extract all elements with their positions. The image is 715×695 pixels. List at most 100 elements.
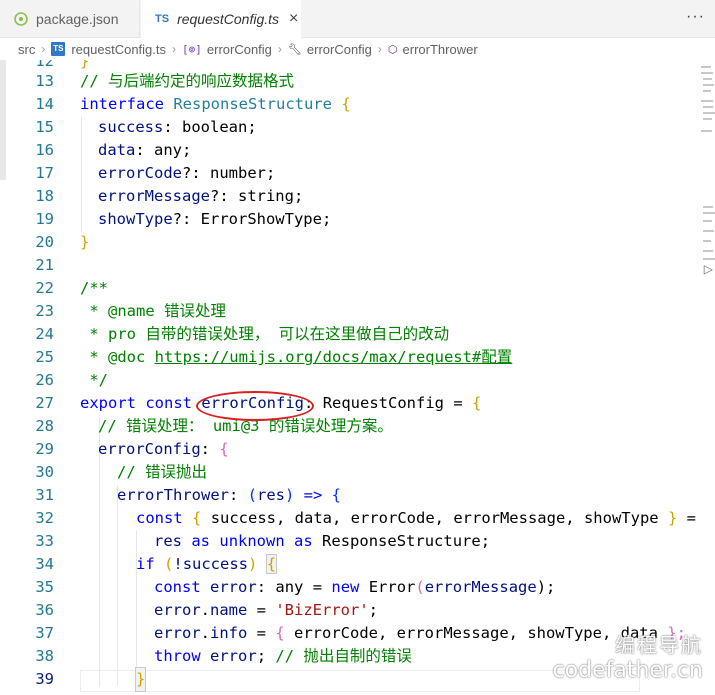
code-token: ( xyxy=(415,578,425,596)
code-token: : xyxy=(163,118,182,136)
code-token: unknown xyxy=(219,532,285,550)
code-line: errorConfig: { xyxy=(98,438,229,461)
code-token: number xyxy=(210,164,266,182)
code-token: new xyxy=(331,578,360,596)
code-token: } xyxy=(667,509,678,527)
code-token: ) xyxy=(285,486,295,504)
code-token: res xyxy=(257,486,285,504)
code-line: throw error; // 抛出自制的错误 xyxy=(154,645,412,668)
code-token: ) xyxy=(248,555,258,573)
code-token: { xyxy=(341,95,351,113)
typescript-file-icon: TS xyxy=(155,13,170,25)
watermark-url: codefather.cn xyxy=(552,658,703,683)
bracket-match: } xyxy=(134,667,147,692)
watermark: 编程导航 codefather.cn xyxy=(553,629,703,683)
code-token: 'BizError' xyxy=(275,601,369,619)
code-token: export xyxy=(80,394,136,412)
line-number: 14 xyxy=(35,95,54,113)
code-line: const { success, data, errorCode, errorM… xyxy=(136,507,696,530)
code-token: errorMessage xyxy=(424,578,537,596)
line-number: 32 xyxy=(35,509,54,527)
breadcrumb-property-label: errorConfig xyxy=(306,41,372,57)
code-line: errorCode?: number; xyxy=(98,162,275,185)
wrench-property-icon: 🔧︎ xyxy=(287,42,302,56)
code-token: ; xyxy=(256,647,276,665)
annotation-ellipse xyxy=(196,391,314,421)
line-number: 27 xyxy=(35,394,54,412)
breadcrumb-item-property[interactable]: 🔧︎ errorConfig xyxy=(288,42,372,57)
tab-request-config[interactable]: TS requestConfig.ts × xyxy=(141,0,301,38)
code-token: as xyxy=(294,532,313,550)
line-number: 39 xyxy=(35,670,54,688)
code-editor[interactable]: 12} 13// 与后端约定的响应数据格式 14 interface Respon… xyxy=(0,60,715,695)
line-number: 23 xyxy=(35,302,54,320)
tab-bar: package.json TS requestConfig.ts × ··· xyxy=(0,0,715,38)
breadcrumb-item-method[interactable]: ⬡ errorThrower xyxy=(388,42,478,57)
line-number: 31 xyxy=(35,486,54,504)
code-token: ; xyxy=(321,210,332,228)
code-token: => xyxy=(294,486,332,504)
code-token: success, data, errorCode, errorMessage, … xyxy=(201,509,668,527)
watermark-title: 编程导航 xyxy=(615,633,703,657)
code-comment: // 与后端约定的响应数据格式 xyxy=(80,72,294,90)
doc-link[interactable]: https://umijs.org/docs/max/request#配置 xyxy=(155,348,513,366)
code-token: ?: xyxy=(209,187,238,205)
more-actions-icon[interactable]: ··· xyxy=(686,8,705,26)
code-token: error xyxy=(210,647,257,665)
line-number: 28 xyxy=(35,417,54,435)
close-icon[interactable]: × xyxy=(289,10,298,28)
line-number: 17 xyxy=(35,164,54,182)
line-number: 30 xyxy=(35,463,54,481)
code-token: { xyxy=(275,624,285,642)
chevron-right-icon: › xyxy=(172,42,177,56)
code-token: name xyxy=(210,601,248,619)
code-token: throw xyxy=(154,647,201,665)
line-number: 25 xyxy=(35,348,54,366)
code-token: ; xyxy=(182,141,192,159)
code-token: : xyxy=(135,141,154,159)
code-token: * @name xyxy=(80,302,164,320)
line-number: 34 xyxy=(35,555,54,573)
code-token: ( xyxy=(164,555,174,573)
method-cube-icon: ⬡ xyxy=(387,42,398,56)
tab-label: package.json xyxy=(36,10,119,27)
tab-label: requestConfig.ts xyxy=(177,11,280,27)
code-token: ; xyxy=(247,118,257,136)
line-number: 13 xyxy=(35,72,54,90)
code-token: errorThrower xyxy=(117,486,229,504)
code-token: success xyxy=(98,118,164,136)
scroll-right-icon[interactable]: ▷ xyxy=(704,262,713,276)
code-token: = xyxy=(247,624,276,642)
breadcrumb-method-label: errorThrower xyxy=(402,41,478,57)
code-token: ( xyxy=(247,486,257,504)
variable-symbol-icon: [⊚] xyxy=(182,42,202,56)
line-number: 36 xyxy=(35,601,54,619)
code-line: data: any; xyxy=(98,139,191,162)
breadcrumb-file-label: requestConfig.ts xyxy=(71,41,167,57)
code-line: errorMessage?: string; xyxy=(98,185,303,208)
code-token: const xyxy=(145,394,193,412)
breadcrumb-item-src[interactable]: src xyxy=(18,42,35,57)
code-token: error xyxy=(210,578,257,596)
code-token: RequestConfig xyxy=(322,394,445,412)
code-line: if (!success) { xyxy=(136,553,278,576)
line-number: 15 xyxy=(35,118,54,136)
breadcrumb-item-file[interactable]: TS requestConfig.ts xyxy=(51,42,166,57)
code-token: = xyxy=(303,578,332,596)
code-token: error xyxy=(154,624,201,642)
code-token: !success xyxy=(173,555,249,573)
code-line: const error: any = new Error(errorMessag… xyxy=(154,576,555,599)
code-comment: * @doc https://umijs.org/docs/max/reques… xyxy=(80,346,512,369)
code-token: error xyxy=(154,601,201,619)
breadcrumb-item-variable[interactable]: [⊚] errorConfig xyxy=(182,42,272,57)
tab-package-json[interactable]: package.json xyxy=(0,0,140,37)
code-token: as xyxy=(191,532,211,550)
breadcrumb: src › TS requestConfig.ts › [⊚] errorCon… xyxy=(0,38,715,60)
code-token: ); xyxy=(536,578,556,596)
